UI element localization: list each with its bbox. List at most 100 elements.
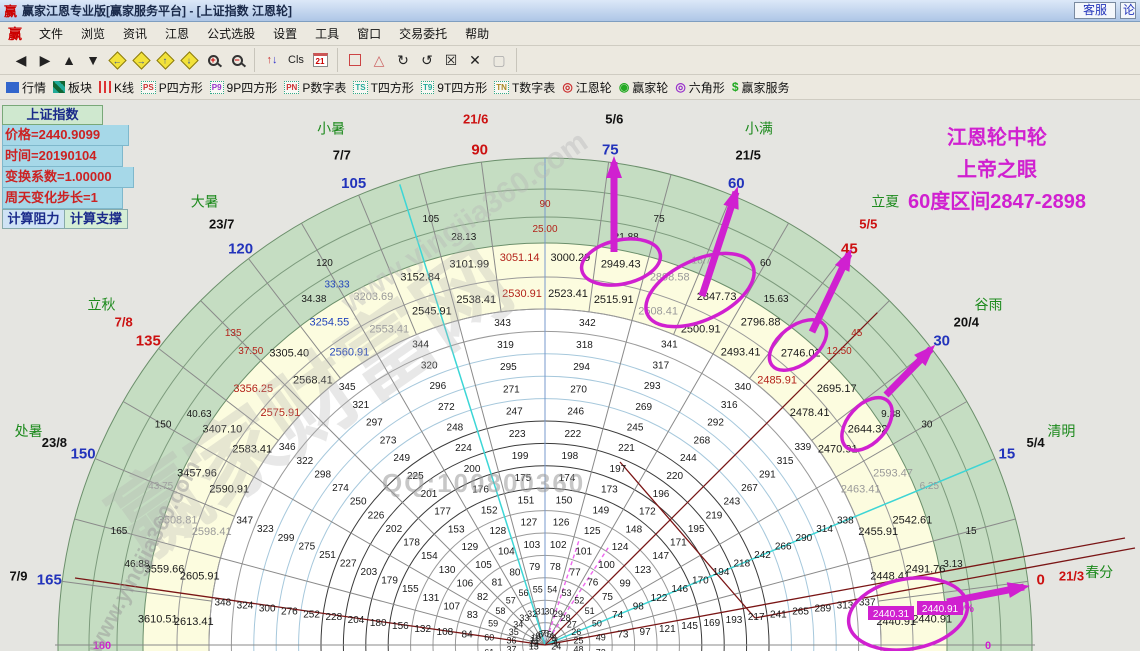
wheel-number: 317 xyxy=(652,360,669,371)
toolbar-item-label: 9T四方形 xyxy=(437,80,488,95)
rotate-ccw-icon[interactable]: ↺ xyxy=(415,49,439,71)
rotate-cw-icon[interactable]: ↻ xyxy=(391,49,415,71)
outer-degree-label: 75 xyxy=(602,141,619,158)
flag-icon[interactable]: ▢ xyxy=(487,49,511,71)
rect-tool-icon[interactable] xyxy=(343,49,367,71)
wheel-number: 199 xyxy=(512,451,529,462)
toolbar-item-label: 赢家服务 xyxy=(741,80,790,95)
wheel-number: 61 xyxy=(484,647,494,651)
menu-tools[interactable]: 工具 xyxy=(306,22,348,45)
box-x-icon[interactable]: ☒ xyxy=(439,49,463,71)
wheel-number: 314 xyxy=(816,524,833,535)
menu-gann[interactable]: 江恩 xyxy=(156,22,198,45)
menu-window[interactable]: 窗口 xyxy=(348,22,390,45)
wheel-number: 294 xyxy=(573,362,590,373)
menu-bar: 赢 文件 浏览 资讯 江恩 公式选股 设置 工具 窗口 交易委托 帮助 xyxy=(0,22,1140,46)
toolbar-item-winner-wheel-icon[interactable]: ◉ 赢家轮 xyxy=(619,79,669,96)
updown-scale-icon[interactable]: ↑ ↓ xyxy=(260,49,284,71)
wheel-number: 73 xyxy=(617,630,629,641)
toolbar-item-hexagon-icon[interactable]: ◎ 六角形 xyxy=(675,79,725,96)
wheel-number: 74 xyxy=(612,610,624,621)
menu-help[interactable]: 帮助 xyxy=(456,22,498,45)
toolbar-item-label: K线 xyxy=(114,80,135,95)
pan-up-icon[interactable]: ↑ xyxy=(153,49,177,71)
wheel-number: 338 xyxy=(837,516,854,527)
up-arrow-icon[interactable]: ▲ xyxy=(57,49,81,71)
toolbar-item-P9-chip[interactable]: P9 9P四方形 xyxy=(209,79,277,96)
toolbar-item-quote-table-icon[interactable]: 行情 xyxy=(6,79,46,96)
toolbar-item-T9-chip[interactable]: T9 9T四方形 xyxy=(420,79,488,96)
wheel-degree-ring: 135 xyxy=(225,328,242,339)
wheel-percent-ring: 34.38 xyxy=(301,294,326,305)
wheel-price-outer: 3610.51 xyxy=(138,614,178,626)
wheel-number: 130 xyxy=(439,565,456,576)
calc-resistance-button[interactable]: 计算阻力 xyxy=(2,209,65,229)
pan-down-icon[interactable]: ↓ xyxy=(177,49,201,71)
toolbar-item-PS-chip[interactable]: PS P四方形 xyxy=(141,79,203,96)
toolbar-item-dollar-icon[interactable]: $ 赢家服务 xyxy=(732,79,790,96)
wheel-number: 219 xyxy=(706,510,723,521)
pan-right-icon[interactable]: → xyxy=(129,49,153,71)
forum-button-clipped[interactable]: 论坛 xyxy=(1120,2,1136,19)
calendar-icon[interactable]: 21 xyxy=(308,49,332,71)
solar-term-label: 小满 xyxy=(745,121,773,137)
wheel-number: 252 xyxy=(303,609,320,620)
wheel-number: 271 xyxy=(503,384,520,395)
menu-trade[interactable]: 交易委托 xyxy=(390,22,456,45)
wheel-number: 268 xyxy=(694,436,711,447)
pan-left-icon[interactable]: ← xyxy=(105,49,129,71)
wheel-number: 76 xyxy=(587,578,599,589)
down-arrow-icon[interactable]: ▼ xyxy=(81,49,105,71)
title-bar: 赢 赢家江恩专业版[赢家服务平台] - [上证指数 江恩轮] 客服 论坛 xyxy=(0,0,1140,22)
solar-term-label: 大暑 xyxy=(191,194,219,210)
menu-formula-stockpick[interactable]: 公式选股 xyxy=(198,22,264,45)
zoom-out-icon[interactable]: − xyxy=(225,49,249,71)
wheel-number: 195 xyxy=(688,524,705,535)
wheel-number: 298 xyxy=(314,469,331,480)
triangle-tool-icon[interactable]: △ xyxy=(367,49,391,71)
index-name-header: 上证指数 xyxy=(2,105,103,125)
toolbar-item-candlestick-icon[interactable]: K线 xyxy=(99,79,134,96)
outer-date-label: 7/8 xyxy=(115,315,133,330)
converge-icon[interactable]: ✕ xyxy=(463,49,487,71)
customer-service-button[interactable]: 客服 xyxy=(1073,2,1116,19)
toolbar-item-PN-chip[interactable]: PN P数字表 xyxy=(284,79,346,96)
wheel-number: 276 xyxy=(281,606,298,617)
wheel-number: 169 xyxy=(703,618,720,629)
zoom-in-icon[interactable]: + xyxy=(201,49,225,71)
menu-browse[interactable]: 浏览 xyxy=(72,22,114,45)
menu-settings[interactable]: 设置 xyxy=(264,22,306,45)
back-icon[interactable]: ◀ xyxy=(9,49,33,71)
wheel-number: 226 xyxy=(368,510,385,521)
wheel-number: 273 xyxy=(380,436,397,447)
wheel-number: 247 xyxy=(506,407,523,418)
wheel-number: 50 xyxy=(592,619,602,629)
wheel-number: 77 xyxy=(570,567,582,578)
outer-degree-label: 0 xyxy=(1037,572,1045,589)
menu-file[interactable]: 文件 xyxy=(30,22,72,45)
PN-chip: PN xyxy=(284,80,300,94)
toolbar-item-label: 板块 xyxy=(68,80,93,95)
toolbar-item-gann-wheel-icon[interactable]: ◎ 江恩轮 xyxy=(562,79,612,96)
outer-date-label: 23/7 xyxy=(209,217,234,232)
wheel-number: 156 xyxy=(392,621,409,632)
toolbar-item-TS-chip[interactable]: TS T四方形 xyxy=(353,79,414,96)
outer-degree-label: 30 xyxy=(933,333,950,350)
forward-icon[interactable]: ▶ xyxy=(33,49,57,71)
wheel-number: 267 xyxy=(741,483,758,494)
wheel-number: 324 xyxy=(237,601,254,612)
toolbar-main: ◀ ▶ ▲ ▼ ← → ↑ ↓ + − ↑ ↓ Cls 21 △ ↻ ↺ ☒ ✕ … xyxy=(0,46,1140,75)
outer-date-label: 7/7 xyxy=(333,147,351,162)
toolbar-item-TN-chip[interactable]: TN T数字表 xyxy=(494,79,555,96)
toolbar-item-blocks-icon[interactable]: 板块 xyxy=(53,79,92,96)
calc-support-button[interactable]: 计算支撑 xyxy=(65,209,128,229)
wheel-number: 52 xyxy=(574,595,584,605)
menu-news[interactable]: 资讯 xyxy=(114,22,156,45)
watermark-qq: QQ:100800360 xyxy=(382,468,585,498)
wheel-number: 148 xyxy=(625,524,642,535)
wheel-percent-ring: 25.00 xyxy=(532,224,557,235)
cls-button[interactable]: Cls xyxy=(284,49,308,71)
wheel-number: 80 xyxy=(509,567,521,578)
wheel-number: 48 xyxy=(573,644,583,651)
wheel-price-inner: 2463.41 xyxy=(841,483,881,495)
